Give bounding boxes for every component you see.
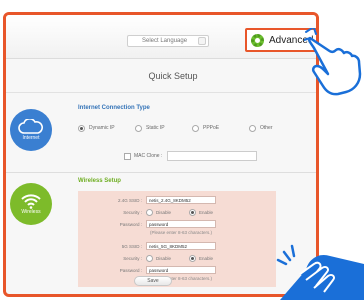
wireless-icon: Wireless xyxy=(10,183,52,225)
radio-pppoe[interactable]: PPPoE xyxy=(192,121,249,135)
internet-heading: Internet Connection Type xyxy=(78,105,150,111)
radio-dot-icon xyxy=(146,254,153,262)
wireless-icon-label: Wireless xyxy=(21,209,41,215)
ssid-24-label: 2.4G SSID : xyxy=(117,197,142,203)
radio-dot-icon xyxy=(192,124,199,132)
password-24-row: Password : password xyxy=(78,219,276,229)
internet-section: Internet Internet Connection Type Dynami… xyxy=(6,95,316,173)
security-24-enable[interactable]: Enable xyxy=(189,208,214,216)
mac-clone-row: MAC Clone : xyxy=(124,151,258,161)
wireless-settings-panel: 2.4G SSID : netis_2.4G_8KDM52 Security :… xyxy=(78,191,276,287)
top-bar: Select Language Advanced xyxy=(6,15,316,59)
radio-dot-icon xyxy=(78,124,85,132)
password-5-label: Password : xyxy=(119,267,142,273)
language-select[interactable]: Select Language xyxy=(127,35,209,47)
radio-label: PPPoE xyxy=(203,125,220,131)
cloud-icon xyxy=(18,119,43,134)
language-select-label: Select Language xyxy=(142,38,188,44)
mac-clone-input[interactable] xyxy=(167,151,258,161)
wifi-icon xyxy=(21,194,41,209)
ssid-24-input[interactable]: netis_2.4G_8KDM52 xyxy=(146,196,216,204)
radio-label: Static IP xyxy=(146,125,165,131)
ssid-24-row: 2.4G SSID : netis_2.4G_8KDM52 xyxy=(78,195,276,205)
pointing-hand-icon xyxy=(276,244,364,300)
save-button[interactable]: Save xyxy=(134,276,172,286)
security-24-label: Security : xyxy=(123,209,142,215)
security-5-enable[interactable]: Enable xyxy=(189,254,214,262)
radio-label: Disable xyxy=(156,255,172,261)
security-5-row: Security : Disable Enable xyxy=(78,253,276,263)
radio-dot-icon xyxy=(135,124,142,132)
wireless-heading: Wireless Setup xyxy=(78,178,121,184)
ssid-5-input[interactable]: netis_5G_8KDM52 xyxy=(146,242,216,250)
password-24-input[interactable]: password xyxy=(146,220,216,228)
connection-type-radios: Dynamic IP Static IP PPPoE Other xyxy=(78,121,308,135)
page-title: Quick Setup xyxy=(6,59,316,93)
mac-clone-checkbox[interactable] xyxy=(124,152,131,160)
internet-icon: Internet xyxy=(10,109,52,151)
gear-icon xyxy=(251,33,264,47)
ssid-5-label: 5G SSID : xyxy=(121,243,142,249)
ssid-5-row: 5G SSID : netis_5G_8KDM52 xyxy=(78,241,276,251)
radio-dynamic-ip[interactable]: Dynamic IP xyxy=(78,121,135,135)
radio-dot-icon xyxy=(189,208,197,216)
radio-label: Enable xyxy=(199,209,214,215)
security-5-label: Security : xyxy=(123,255,142,261)
radio-static-ip[interactable]: Static IP xyxy=(135,121,192,135)
radio-label: Dynamic IP xyxy=(89,125,115,131)
radio-dot-icon xyxy=(249,124,256,132)
password-5-input[interactable]: password xyxy=(146,266,216,274)
password-24-label: Password : xyxy=(119,221,142,227)
security-24-row: Security : Disable Enable xyxy=(78,207,276,217)
radio-label: Enable xyxy=(199,255,214,261)
password-5-row: Password : password xyxy=(78,265,276,275)
radio-dot-icon xyxy=(146,208,153,216)
password-24-hint: (Please enter 8-63 characters.) xyxy=(150,230,213,235)
chevron-down-icon xyxy=(198,37,206,45)
radio-label: Disable xyxy=(156,209,172,215)
security-24-disable[interactable]: Disable xyxy=(146,208,172,216)
radio-other[interactable]: Other xyxy=(249,121,306,135)
internet-icon-label: Internet xyxy=(22,135,40,141)
pointing-hand-icon xyxy=(304,28,362,96)
radio-dot-icon xyxy=(189,254,197,262)
security-5-disable[interactable]: Disable xyxy=(146,254,172,262)
mac-clone-label: MAC Clone : xyxy=(134,153,163,159)
radio-label: Other xyxy=(260,125,273,131)
